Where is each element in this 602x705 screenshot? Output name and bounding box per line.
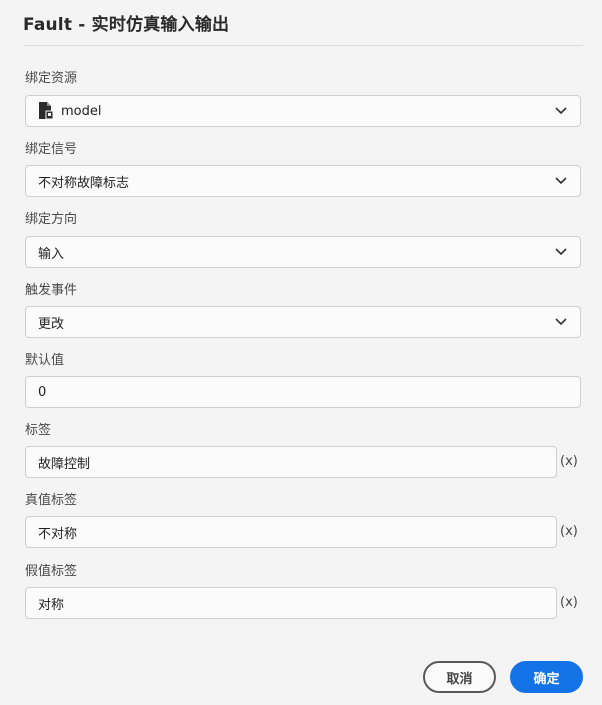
model-file-icon xyxy=(38,102,54,120)
bind-direction-select[interactable]: 输入 xyxy=(25,236,581,268)
tag-input[interactable]: 故障控制 xyxy=(25,446,557,478)
dialog-title: Fault - 实时仿真输入输出 xyxy=(23,15,230,35)
bind-signal-value: 不对称故障标志 xyxy=(38,175,130,191)
chevron-down-icon xyxy=(554,315,568,329)
chevron-down-icon xyxy=(554,245,568,259)
bind-resource-select[interactable]: model xyxy=(25,95,581,127)
trigger-event-select[interactable]: 更改 xyxy=(25,306,581,338)
ok-button[interactable]: 确定 xyxy=(510,661,583,693)
true-tag-variable-button[interactable]: (x) xyxy=(560,524,578,539)
false-tag-input[interactable]: 对称 xyxy=(25,587,557,619)
default-value-input[interactable]: 0 xyxy=(25,376,581,408)
trigger-event-label: 触发事件 xyxy=(25,283,78,298)
tag-label: 标签 xyxy=(25,423,52,438)
default-value-label: 默认值 xyxy=(25,353,65,368)
bind-resource-label: 绑定资源 xyxy=(25,71,78,86)
false-tag-variable-button[interactable]: (x) xyxy=(560,595,578,610)
bind-resource-value: model xyxy=(61,103,102,119)
bind-direction-label: 绑定方向 xyxy=(25,212,78,227)
chevron-down-icon xyxy=(554,104,568,118)
chevron-down-icon xyxy=(554,174,568,188)
bind-signal-select[interactable]: 不对称故障标志 xyxy=(25,165,581,197)
true-tag-label: 真值标签 xyxy=(25,493,78,508)
tag-variable-button[interactable]: (x) xyxy=(560,454,578,469)
trigger-event-value: 更改 xyxy=(38,316,65,332)
fault-io-dialog: Fault - 实时仿真输入输出 绑定资源 model 绑定信号 不对称故障标志… xyxy=(0,0,602,705)
true-tag-input[interactable]: 不对称 xyxy=(25,516,557,548)
title-divider xyxy=(23,45,583,46)
bind-signal-label: 绑定信号 xyxy=(25,142,78,157)
false-tag-label: 假值标签 xyxy=(25,564,78,579)
cancel-button[interactable]: 取消 xyxy=(423,661,496,693)
bind-direction-value: 输入 xyxy=(38,246,65,262)
